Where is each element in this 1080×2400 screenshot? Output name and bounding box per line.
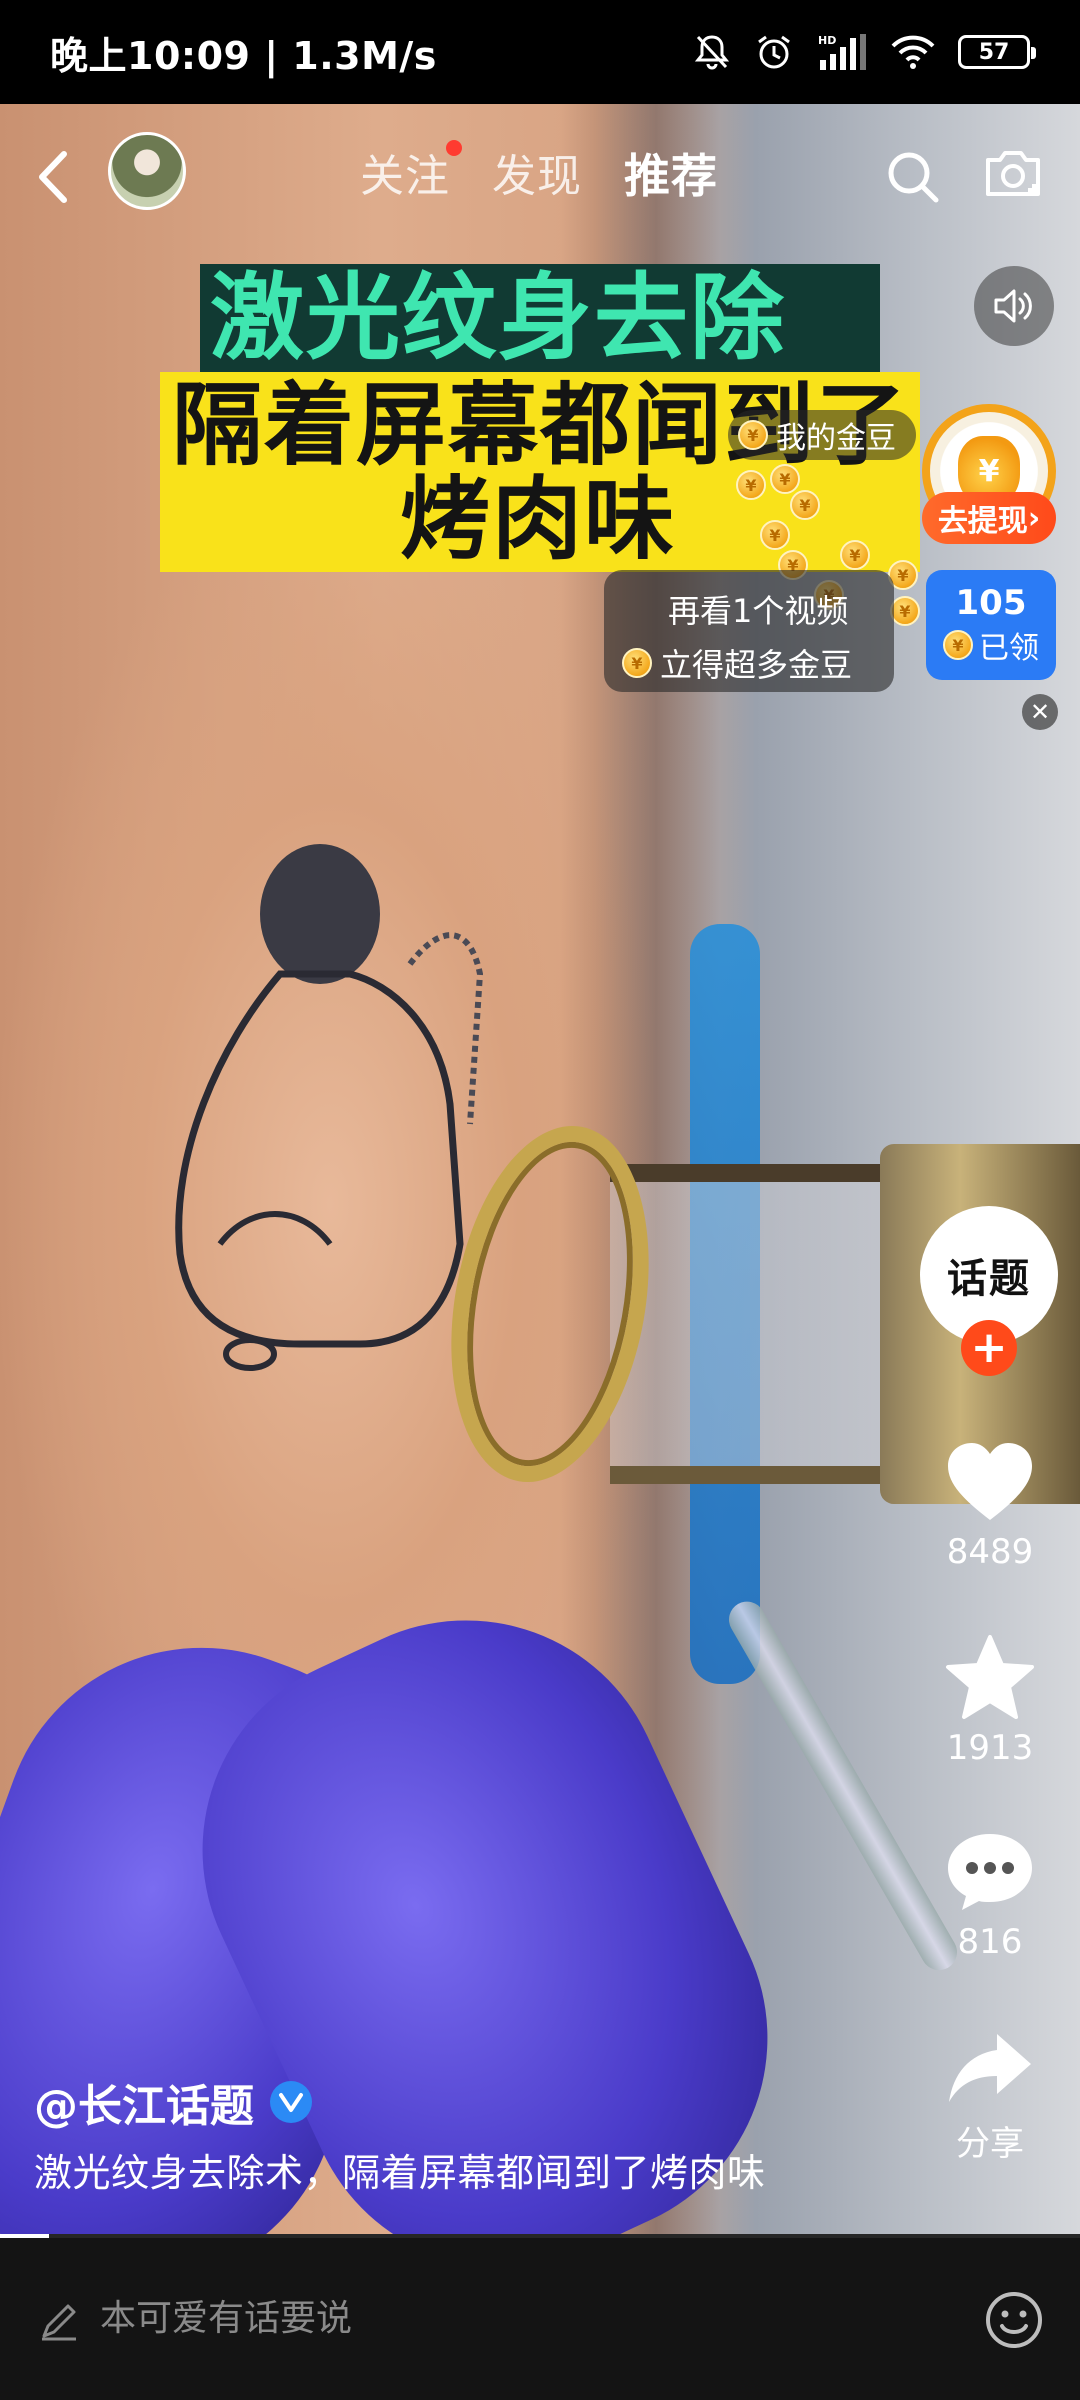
post-description[interactable]: 激光纹身去除术，隔着屏幕都闻到了烤肉味 xyxy=(34,2142,766,2197)
my-gold-beans-label[interactable]: ¥ 我的金豆 xyxy=(728,410,916,460)
top-nav: 关注 发现 推荐 xyxy=(0,104,1080,244)
alarm-icon xyxy=(758,35,790,69)
gold-beans-text: 我的金豆 xyxy=(776,421,896,456)
verified-icon xyxy=(270,2081,312,2123)
status-time: 晚上10:09 | 1.3M/s xyxy=(50,33,437,78)
coin-icon: ¥ xyxy=(622,648,652,678)
mute-bell-icon xyxy=(694,35,730,70)
wifi-icon xyxy=(891,35,935,69)
video-caption-green: 激光纹身去除术 xyxy=(200,264,880,483)
withdraw-label: 去提现 xyxy=(937,504,1028,539)
status-bar: 晚上10:09 | 1.3M/s HD 57 xyxy=(0,0,1080,104)
favorite-button[interactable]: 1913 xyxy=(930,1634,1050,1768)
camera-icon[interactable] xyxy=(982,146,1044,202)
tab-following-label: 关注 xyxy=(360,151,450,202)
pencil-icon xyxy=(42,2304,76,2341)
share-label: 分享 xyxy=(956,2124,1024,2164)
sound-toggle-button[interactable] xyxy=(974,266,1054,346)
favorite-count: 1913 xyxy=(946,1728,1034,1768)
coin-icon: ¥ xyxy=(943,630,973,660)
follow-button[interactable]: + xyxy=(961,1320,1017,1376)
svg-text:HD: HD xyxy=(818,34,836,47)
tab-discover[interactable]: 发现 xyxy=(492,140,582,206)
video-caption-line2b: 烤肉味 xyxy=(400,467,676,572)
close-icon[interactable]: ✕ xyxy=(1022,694,1058,730)
like-count: 8489 xyxy=(946,1532,1034,1572)
emoji-icon[interactable] xyxy=(984,2290,1044,2350)
tip-line2: 立得超多金豆 xyxy=(660,646,853,684)
share-arrow-icon xyxy=(949,2034,1031,2102)
coin-icon: ¥ xyxy=(770,464,800,494)
battery-level: 57 xyxy=(978,39,1010,65)
user-avatar[interactable] xyxy=(108,132,186,210)
speaker-icon xyxy=(994,289,1032,323)
author-name[interactable]: @长江话题 xyxy=(34,2070,312,2134)
gold-bean-tip: 再看1个视频 ¥ 立得超多金豆 xyxy=(604,570,894,692)
battery-indicator: 57 xyxy=(958,35,1036,69)
share-button[interactable]: 分享 xyxy=(930,2028,1050,2165)
coin-icon: ¥ xyxy=(840,540,870,570)
search-icon[interactable] xyxy=(884,148,942,206)
creator-avatar-text: 话题 xyxy=(947,1255,1031,1302)
like-button[interactable]: 8489 xyxy=(930,1440,1050,1572)
new-dot-badge xyxy=(446,140,462,156)
comment-input[interactable] xyxy=(100,2288,920,2348)
nav-tabs: 关注 发现 推荐 xyxy=(360,140,718,206)
tab-discover-label: 发现 xyxy=(492,151,582,202)
coin-icon: ¥ xyxy=(790,490,820,520)
comment-count: 816 xyxy=(957,1922,1023,1962)
tab-following[interactable]: 关注 xyxy=(360,140,462,206)
coin-icon: ¥ xyxy=(890,596,920,626)
withdraw-button[interactable]: 去提现 › xyxy=(922,492,1056,544)
star-icon xyxy=(946,1635,1034,1719)
comment-bubble-icon xyxy=(948,1834,1032,1910)
author-handle: @长江话题 xyxy=(34,2081,254,2132)
coin-icon: ¥ xyxy=(760,520,790,550)
signal-icon: HD xyxy=(818,34,866,70)
heart-icon xyxy=(948,1443,1032,1520)
claimed-label: 已领 xyxy=(979,631,1039,666)
claimed-count-box[interactable]: 105 ¥ 已领 xyxy=(926,570,1056,680)
status-icons: HD 57 xyxy=(692,32,1036,72)
tab-recommend[interactable]: 推荐 xyxy=(624,140,718,206)
coin-icon: ¥ xyxy=(736,470,766,500)
claimed-count: 105 xyxy=(955,583,1027,623)
comment-bar xyxy=(0,2238,1080,2400)
tip-line1: 再看1个视频 xyxy=(668,592,849,630)
comment-button[interactable]: 816 xyxy=(930,1830,1050,1962)
tab-recommend-label: 推荐 xyxy=(624,149,718,203)
coin-icon: ¥ xyxy=(738,420,768,450)
laser-tube xyxy=(722,1595,964,1977)
back-icon[interactable] xyxy=(36,150,70,204)
